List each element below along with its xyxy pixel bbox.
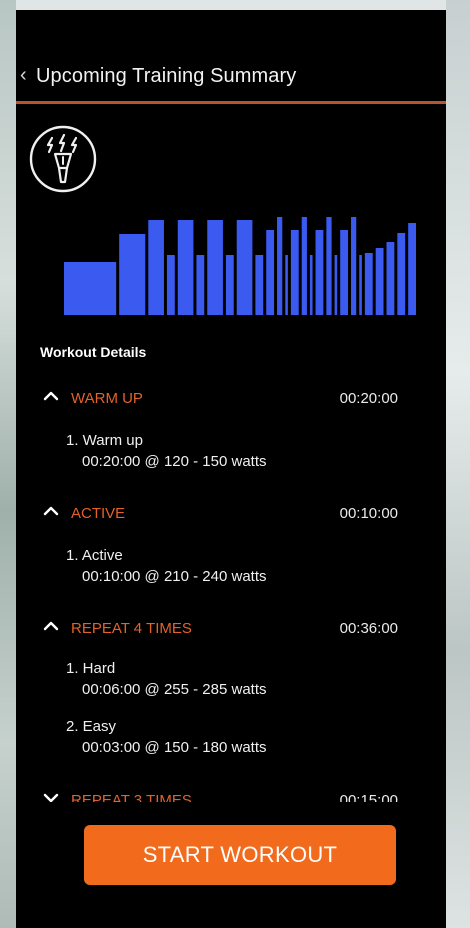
chart-bar [397,233,406,315]
section-title: ACTIVE [71,505,126,522]
chart-bar [351,217,357,315]
chart-bar [148,220,164,315]
section-repeat-3-times: REPEAT 3 TIMES 00:15:00 [16,786,446,802]
step-item: 1. Active 00:10:00 @ 210 - 240 watts [66,545,267,587]
chart-bar [225,255,234,315]
step-label: 1. Hard [66,660,116,677]
chart-bar [266,230,275,315]
chart-bar [119,234,146,315]
section-warm-up: WARM UP 00:20:00 1. Warm up 00:20:00 @ 1… [16,384,446,470]
chevron-up-icon [43,506,59,516]
step-detail: 00:10:00 @ 210 - 240 watts [82,568,267,585]
section-title: REPEAT 3 TIMES [71,792,192,802]
section-duration: 00:20:00 [339,390,398,407]
chart-bar [285,255,288,315]
section-active: ACTIVE 00:10:00 1. Active 00:10:00 @ 210… [16,499,446,585]
chart-bar [386,242,395,315]
backdrop-top [0,0,470,10]
back-chevron-icon[interactable]: ‹ [20,64,27,86]
chart-bar [334,255,338,315]
section-duration: 00:36:00 [339,620,398,637]
chart-bar [236,220,253,315]
section-repeat-4-times: REPEAT 4 TIMES 00:36:00 1. Hard 00:06:00… [16,614,446,756]
chart-bar [207,220,223,315]
chart-bar [315,230,324,315]
backdrop-right [446,0,470,928]
chart-bar [375,248,384,315]
step-detail: 00:03:00 @ 150 - 180 watts [82,739,267,756]
step-detail: 00:06:00 @ 255 - 285 watts [82,681,267,698]
section-duration: 00:15:00 [339,792,398,802]
start-workout-container: START WORKOUT [84,825,396,885]
header-divider [16,101,446,104]
section-header[interactable]: WARM UP 00:20:00 [16,384,446,414]
chart-bar [177,220,194,315]
chart-bar [290,230,299,315]
chart-bar [301,217,307,315]
section-header[interactable]: ACTIVE 00:10:00 [16,499,446,529]
chart-bar [364,253,373,315]
step-item: 1. Hard 00:06:00 @ 255 - 285 watts [66,658,267,700]
workout-details-heading: Workout Details [40,344,147,360]
chart-bar [408,223,416,315]
step-item: 2. Easy 00:03:00 @ 150 - 180 watts [66,716,267,758]
chart-bar [309,255,313,315]
section-header[interactable]: REPEAT 3 TIMES 00:15:00 [16,786,446,802]
chart-bar [255,255,264,315]
chart-bar [326,217,332,315]
chart-bar [277,217,283,315]
chart-bar [166,255,175,315]
section-header[interactable]: REPEAT 4 TIMES 00:36:00 [16,614,446,644]
chevron-down-icon [43,793,59,802]
app-header: ‹ Upcoming Training Summary [16,10,446,102]
torch-lightning-icon [29,125,97,193]
section-duration: 00:10:00 [339,505,398,522]
section-title: WARM UP [71,390,143,407]
backdrop-left [0,0,16,928]
chart-bar [196,255,205,315]
chevron-up-icon [43,391,59,401]
step-item: 1. Warm up 00:20:00 @ 120 - 150 watts [66,430,267,472]
chart-bar [359,255,362,315]
chart-bar [340,230,349,315]
page-title: Upcoming Training Summary [36,65,297,87]
section-title: REPEAT 4 TIMES [71,620,192,637]
chart-bar [64,262,117,315]
step-detail: 00:20:00 @ 120 - 150 watts [82,453,267,470]
workout-intensity-chart [64,217,416,315]
start-workout-button[interactable]: START WORKOUT [84,825,396,885]
step-label: 1. Active [66,547,123,564]
workout-details-list[interactable]: WARM UP 00:20:00 1. Warm up 00:20:00 @ 1… [16,370,446,802]
step-label: 1. Warm up [66,432,143,449]
step-label: 2. Easy [66,718,117,735]
app-screen: ‹ Upcoming Training Summary Workout Deta… [16,10,446,928]
chevron-up-icon [43,621,59,631]
